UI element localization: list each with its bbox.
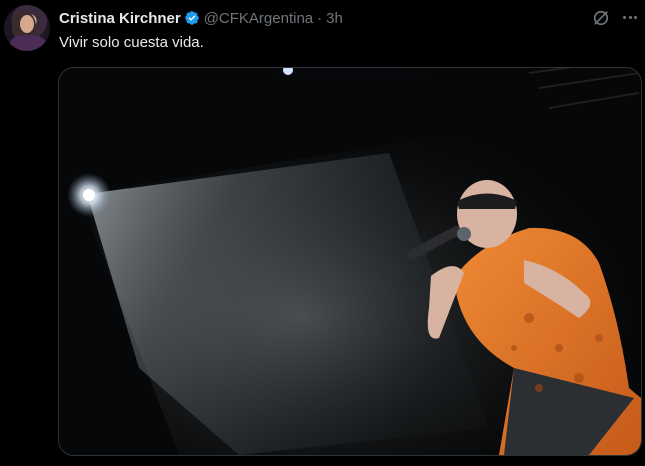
tweet-media-photo[interactable]: [58, 67, 642, 456]
verified-icon: [184, 11, 199, 25]
avatar[interactable]: [4, 5, 50, 51]
tweet-header: Cristina Kirchner @CFKArgentina · 3h: [59, 8, 343, 28]
grok-icon[interactable]: [591, 8, 611, 28]
more-options-button[interactable]: [619, 6, 641, 28]
separator-dot: ·: [317, 9, 323, 27]
author-name[interactable]: Cristina Kirchner: [59, 10, 181, 27]
avatar-face: [20, 15, 34, 33]
author-handle[interactable]: @CFKArgentina: [204, 10, 313, 27]
concert-photo: [59, 68, 641, 455]
avatar-dress: [10, 35, 46, 51]
timestamp[interactable]: 3h: [326, 10, 343, 27]
more-dot: [633, 15, 637, 19]
more-dot: [623, 15, 627, 19]
more-dot: [628, 15, 632, 19]
tweet-text: Vivir solo cuesta vida.: [59, 34, 204, 51]
